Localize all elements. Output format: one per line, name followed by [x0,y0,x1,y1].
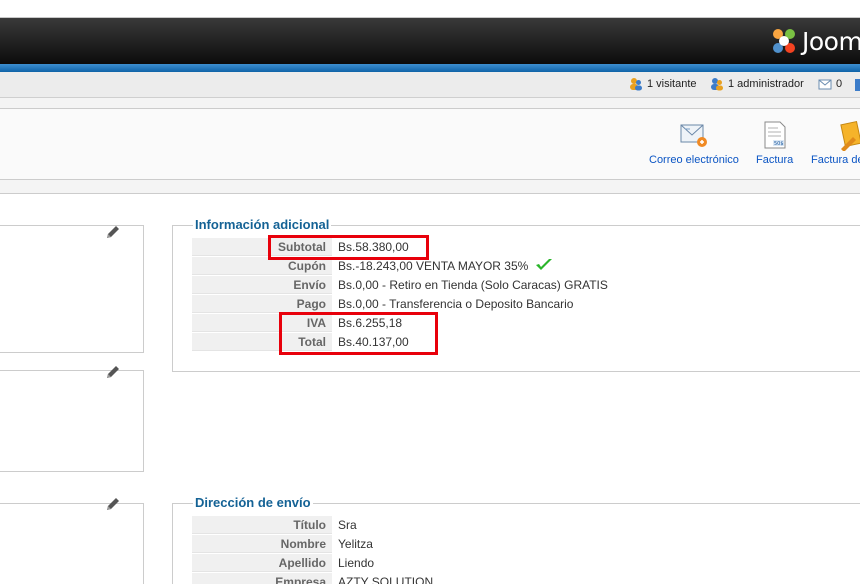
invoice-button[interactable]: 50$ Factura [756,119,793,166]
joomla-logo[interactable]: Joomla [768,24,860,58]
invoice2-button[interactable]: Factura de [811,119,860,166]
invoice2-button-label: Factura de [811,154,860,166]
last-name-value: Liendo [338,556,375,570]
header-accent-bar [0,64,860,72]
title-row: Título Sra [192,516,860,534]
email-icon [680,124,707,147]
messages-icon [818,79,832,90]
title-value: Sra [338,518,357,532]
svg-text:50$: 50$ [774,141,784,147]
logo-text: Joomla [802,26,860,56]
admins-count: 1 administrador [728,78,804,90]
toolbar: Correo electrónico 50$ Factura Factura d… [0,108,860,180]
logout-icon[interactable] [855,79,860,91]
first-name-label: Nombre [192,535,332,553]
edit-pencil-icon[interactable] [105,224,121,240]
title-label: Título [192,516,332,534]
invoice-pen-icon [840,120,860,151]
joomla-logo-icon [773,29,795,53]
first-name-row: Nombre Yelitza [192,535,860,553]
left-box-1 [0,225,144,353]
visitors-count: 1 visitante [647,78,697,90]
payment-label: Pago [192,295,332,313]
messages-status[interactable]: 0 [818,77,842,91]
browser-strip [0,0,860,18]
edit-pencil-icon[interactable] [105,364,121,380]
last-name-row: Apellido Liendo [192,554,860,572]
messages-count: 0 [836,78,843,90]
company-row: Empresa AZTY SOLUTION [192,573,860,584]
email-button[interactable]: Correo electrónico [649,119,739,166]
left-box-3 [0,498,144,584]
payment-value: Bs.0,00 - Transferencia o Deposito Banca… [338,297,574,311]
first-name-value: Yelitza [338,537,373,551]
visitors-status[interactable]: 1 visitante [629,77,697,91]
check-icon [535,258,552,270]
last-name-label: Apellido [192,554,332,572]
shipping-cost-row: Envío Bs.0,00 - Retiro en Tienda (Solo C… [192,276,860,294]
admin-header [0,18,860,64]
shipping-cost-label: Envío [192,276,332,294]
shipping-cost-value: Bs.0,00 - Retiro en Tienda (Solo Caracas… [338,278,608,292]
admin-user-icon [711,78,723,91]
tax-total-highlight [279,312,438,355]
invoice-icon: 50$ [764,121,786,149]
admins-status[interactable]: 1 administrador [710,77,804,91]
invoice-button-label: Factura [756,154,794,166]
company-value: AZTY SOLUTION [338,575,434,584]
company-label: Empresa [192,573,332,584]
edit-pencil-icon[interactable] [105,496,121,512]
coupon-value: Bs.-18.243,00 VENTA MAYOR 35% [338,259,529,273]
status-bar: 1 visitante 1 administrador 0 [0,72,860,98]
additional-info-legend: Información adicional [193,217,332,232]
email-button-label: Correo electrónico [649,154,739,166]
users-icon [630,78,642,91]
left-box-2 [0,366,144,472]
shipping-address-legend: Dirección de envío [193,495,313,510]
subtotal-highlight [268,235,429,260]
payment-row: Pago Bs.0,00 - Transferencia o Deposito … [192,295,860,313]
